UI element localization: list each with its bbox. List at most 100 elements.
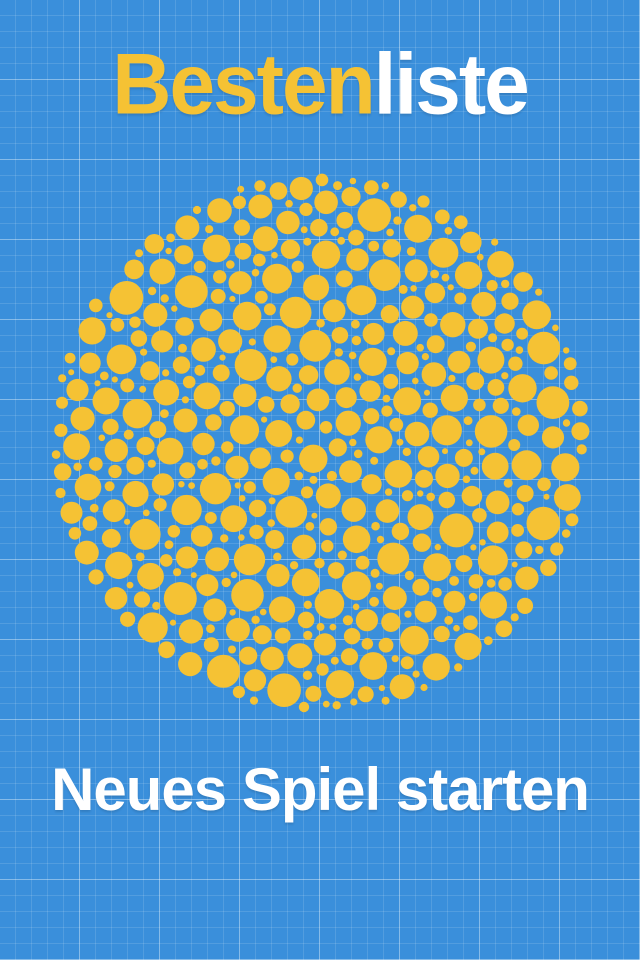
pattern-dot [202, 234, 231, 263]
pattern-dot [563, 347, 570, 354]
pattern-dot [486, 521, 509, 544]
pattern-dot [442, 448, 448, 455]
pattern-dot [174, 245, 194, 265]
pattern-dot [342, 615, 353, 626]
pattern-dot [102, 418, 119, 435]
pattern-dot [501, 372, 509, 380]
pattern-dot [315, 173, 329, 187]
pattern-dot [106, 312, 113, 319]
pattern-dot [252, 253, 266, 267]
pattern-dot [218, 329, 243, 354]
pattern-dot [487, 379, 505, 396]
pattern-dot [300, 226, 308, 234]
pattern-dot [296, 410, 316, 430]
pattern-dot [60, 501, 83, 524]
pattern-dot [382, 586, 407, 611]
pattern-dot [381, 696, 390, 705]
pattern-dot [432, 587, 442, 598]
pattern-dot [289, 561, 299, 570]
pattern-dot [298, 365, 319, 385]
pattern-dot [536, 386, 570, 419]
pattern-dot [404, 610, 412, 618]
pattern-dot [350, 698, 358, 706]
pattern-dot [454, 215, 468, 229]
pattern-dot [144, 234, 165, 254]
pattern-dot [341, 187, 361, 207]
pattern-dot [384, 460, 413, 488]
pattern-dot [511, 561, 518, 568]
pattern-dot [422, 402, 438, 418]
pattern-dot [441, 273, 450, 282]
pattern-dot [386, 228, 394, 237]
pattern-dot [314, 589, 345, 619]
pattern-dot [249, 696, 259, 705]
pattern-dot [428, 237, 459, 268]
pattern-dot [481, 452, 509, 480]
pattern-dot [576, 444, 587, 455]
pattern-dot [99, 371, 109, 381]
pattern-dot [410, 285, 417, 292]
pattern-dot [572, 400, 588, 417]
pattern-dot [204, 511, 217, 524]
pattern-dot [149, 258, 176, 285]
pattern-dot [468, 318, 488, 339]
pattern-dot [409, 204, 417, 212]
pattern-dot [527, 331, 561, 365]
pattern-dot [74, 540, 99, 565]
pattern-dot [265, 420, 293, 447]
pattern-dot [248, 499, 267, 518]
pattern-dot [243, 669, 267, 692]
pattern-dot [188, 482, 196, 489]
pattern-dot [68, 527, 82, 540]
pattern-dot [329, 623, 337, 631]
pattern-dot [73, 462, 82, 471]
pattern-dot [300, 486, 314, 499]
pattern-dot [92, 387, 120, 415]
pattern-dot [265, 530, 285, 549]
pattern-dot [554, 484, 581, 511]
pattern-dot [508, 439, 521, 451]
pattern-dot [325, 670, 355, 699]
pattern-dot [302, 670, 313, 680]
pattern-dot [440, 384, 468, 412]
pattern-dot [358, 347, 387, 376]
pattern-dot [465, 341, 476, 352]
pattern-dot [294, 471, 304, 481]
pattern-dot [346, 285, 377, 316]
pattern-dot [109, 281, 144, 315]
pattern-dot [82, 516, 98, 531]
pattern-dot [359, 652, 388, 680]
pattern-dot [197, 459, 208, 470]
pattern-dot [478, 448, 486, 456]
pattern-dot [400, 656, 414, 670]
pattern-dot [334, 348, 343, 357]
new-game-button[interactable]: Neues Spiel starten [0, 760, 640, 820]
pattern-dot [404, 421, 430, 447]
pattern-dot [447, 284, 454, 291]
pattern-dot [333, 181, 343, 191]
pattern-dot [153, 498, 167, 512]
pattern-dot [262, 467, 290, 496]
pattern-dot [299, 444, 328, 473]
pattern-dot [501, 338, 514, 352]
pattern-dot [179, 462, 196, 479]
pattern-dot [337, 550, 347, 560]
pattern-dot [448, 374, 456, 382]
pattern-dot [175, 317, 194, 336]
pattern-dot [543, 493, 550, 500]
pattern-dot [266, 563, 290, 587]
pattern-dot [412, 377, 419, 385]
pattern-dot [271, 251, 278, 259]
pattern-dot [544, 366, 558, 380]
pattern-dot [64, 352, 76, 364]
pattern-dot [171, 494, 202, 526]
pattern-dot [233, 543, 266, 576]
pattern-dot [515, 541, 533, 559]
pattern-dot [295, 436, 303, 444]
pattern-dot [310, 218, 328, 237]
pattern-dot [254, 290, 268, 304]
pattern-dot [393, 387, 422, 416]
pattern-dot [365, 426, 393, 454]
pattern-dot [485, 490, 510, 515]
pattern-dot [479, 539, 486, 546]
